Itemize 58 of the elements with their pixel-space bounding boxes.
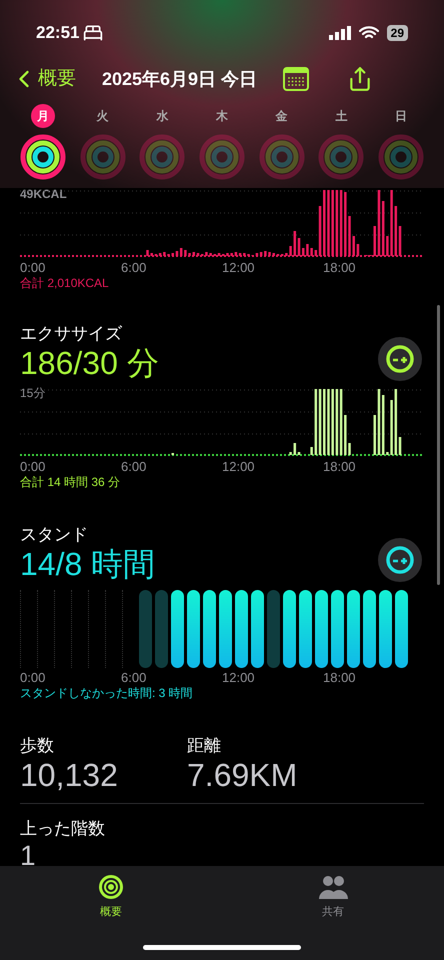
stat-value: 7.69KM xyxy=(187,757,298,793)
chart-bar xyxy=(356,244,360,256)
exercise-value: 186/30 分 xyxy=(20,345,159,381)
stat-value: 10,132 xyxy=(20,757,119,793)
weekday-tab[interactable]: 土 xyxy=(329,104,354,128)
bed-icon xyxy=(83,23,104,43)
activity-rings-icon xyxy=(20,134,66,180)
floors-label: 上った階数 xyxy=(20,818,106,840)
people-icon xyxy=(318,874,348,900)
stand-value: 14/8 時間 xyxy=(20,546,156,582)
chart-bar xyxy=(310,447,313,455)
weekday-tab[interactable]: 水 xyxy=(150,104,174,128)
calendar-icon[interactable] xyxy=(283,67,310,91)
activity-rings-icon xyxy=(378,134,424,180)
chart-bar xyxy=(289,452,292,455)
exercise-title: エクササイズ xyxy=(20,323,123,345)
back-button[interactable]: 概要 xyxy=(10,64,76,94)
axis-label: 6:00 xyxy=(121,459,148,475)
move-total: 合計 2,010KCAL xyxy=(20,276,110,291)
axis-label: 12:00 xyxy=(222,459,256,475)
activity-rings-icon xyxy=(258,134,305,180)
axis-label: 49KCAL xyxy=(20,188,68,200)
activity-rings-icon xyxy=(98,874,124,900)
goal-adjust-button[interactable] xyxy=(378,337,422,381)
stand-note: スタンドしなかった時間: 3 時間 xyxy=(20,686,194,701)
weekday-tab[interactable]: 日 xyxy=(389,104,414,128)
tab-bar-item[interactable]: 共有 xyxy=(293,874,373,924)
weekday-tab[interactable]: 月 xyxy=(30,104,55,128)
goal-adjust-button[interactable] xyxy=(378,538,422,582)
axis-label: 0:00 xyxy=(20,260,46,276)
tab-bar-item[interactable]: 概要 xyxy=(71,874,151,924)
axis-label: 18:00 xyxy=(323,260,357,276)
battery-level: 29 xyxy=(386,25,408,41)
axis-label: 15分 xyxy=(20,387,46,399)
activity-rings-icon xyxy=(198,134,245,180)
axis-label: 18:00 xyxy=(323,459,357,475)
axis-label: 0:00 xyxy=(20,459,46,475)
axis-label: 6:00 xyxy=(121,670,148,686)
weekday-tab[interactable]: 木 xyxy=(210,104,234,128)
stand-title: スタンド xyxy=(20,524,89,546)
stat-label: 歩数 xyxy=(20,735,55,757)
stat-label: 距離 xyxy=(187,735,222,757)
wifi-icon xyxy=(358,26,379,40)
floors-value: 1 xyxy=(20,840,37,872)
date-title: 2025年6月9日 今日 xyxy=(102,68,258,90)
activity-rings-icon xyxy=(139,134,186,180)
exercise-total: 合計 14 時間 36 分 xyxy=(20,475,122,490)
status-time: 22:51 xyxy=(36,22,80,44)
axis-label: 12:00 xyxy=(222,670,256,686)
weekday-tab[interactable]: 火 xyxy=(90,104,115,128)
activity-rings-icon xyxy=(318,134,364,180)
axis-label: 18:00 xyxy=(323,670,357,686)
signal-icon xyxy=(328,26,351,40)
axis-label: 0:00 xyxy=(20,670,46,686)
weekday-tab[interactable]: 金 xyxy=(270,104,294,128)
activity-rings-icon xyxy=(80,134,126,180)
axis-label: 6:00 xyxy=(121,260,148,276)
axis-label: 12:00 xyxy=(222,260,256,276)
